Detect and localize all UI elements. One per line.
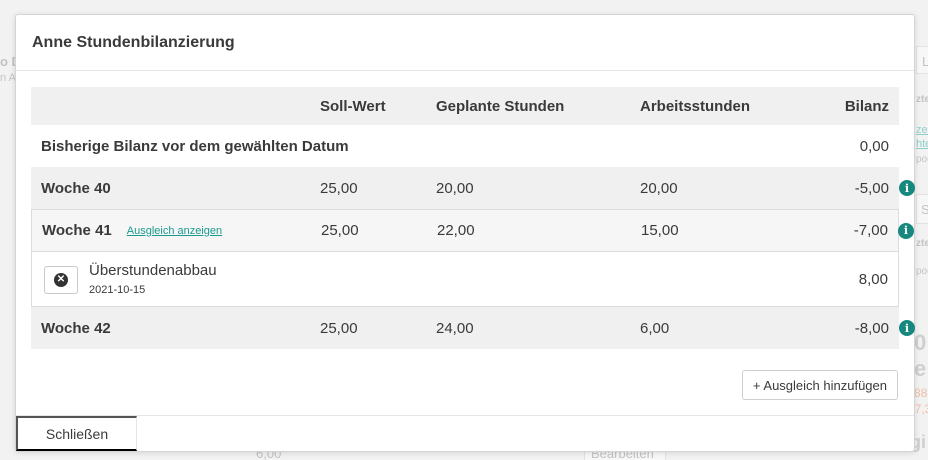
bg-fragment: htel [916,138,928,150]
week-label: Woche 42 [41,319,111,337]
week-label: Woche 41 [42,222,112,239]
week-planned: 24,00 [436,319,474,337]
week-planned: 22,00 [437,222,475,239]
previous-balance-label: Bisherige Bilanz vor dem gewählten Datum [41,137,349,155]
week-row-expanded: Woche 41 Ausgleich anzeigen 25,00 22,00 … [31,209,914,251]
column-header-soll: Soll-Wert [320,97,386,115]
previous-balance-row: Bisherige Bilanz vor dem gewählten Datum… [31,125,899,167]
column-header-planned: Geplante Stunden [436,97,565,115]
week-balance: -7,00 [853,222,888,239]
info-icon[interactable]: i [899,180,915,196]
info-icon[interactable]: i [898,222,914,239]
bg-fragment: L [922,54,928,69]
week-balance: -8,00 [854,319,889,337]
bg-fragment: poo [916,266,928,277]
close-circle-icon: ✕ [54,273,68,287]
week-row: Woche 42 25,00 24,00 6,00 -8,00 i [31,307,915,349]
bg-fragment: poo [916,154,928,165]
table-header-row: Soll-Wert Geplante Stunden Arbeitsstunde… [31,87,899,125]
adjustment-value: 8,00 [858,270,888,288]
week-worked: 15,00 [641,222,679,239]
week-soll: 25,00 [321,222,359,239]
bg-fragment: n A [0,72,16,84]
bg-fragment: zte [916,94,928,105]
week-soll: 25,00 [320,179,358,197]
bg-fragment: e [914,356,927,381]
week-row: Woche 40 25,00 20,00 20,00 -5,00 i [31,167,915,209]
bg-fragment: 0 [914,330,927,355]
bg-fragment: S [921,202,928,217]
week-worked: 20,00 [640,179,678,197]
add-adjustment-button[interactable]: + Ausgleich hinzufügen [741,370,898,400]
week-label-group: Woche 41 Ausgleich anzeigen [42,210,222,251]
week-soll: 25,00 [320,319,358,337]
adjustment-date: 2021-10-15 [89,284,146,296]
delete-adjustment-button[interactable]: ✕ [44,266,78,294]
week-label: Woche 40 [41,179,111,197]
previous-balance-value: 0,00 [859,137,889,155]
bg-fragment: zel [916,124,928,136]
show-adjustment-link[interactable]: Ausgleich anzeigen [127,225,222,237]
bg-fragment: 88 [914,386,928,400]
week-worked: 6,00 [640,319,670,337]
bg-fragment: zte [916,238,928,249]
week-balance: -5,00 [854,179,889,197]
modal-title: Anne Stundenbilanzierung [32,33,235,51]
close-button[interactable]: Schließen [16,416,137,451]
adjustment-row: ✕ Überstundenabbau 2021-10-15 8,00 [31,251,899,307]
info-icon[interactable]: i [899,320,915,336]
column-header-worked: Arbeitsstunden [640,97,751,115]
modal-footer: Schließen [16,415,914,451]
modal-header: Anne Stundenbilanzierung [16,15,914,71]
adjustment-title: Überstundenabbau [89,262,217,279]
column-header-balance: Bilanz [844,97,889,115]
hour-balance-modal: Anne Stundenbilanzierung Soll-Wert Gepla… [15,14,915,452]
week-planned: 20,00 [436,179,474,197]
balance-table: Soll-Wert Geplante Stunden Arbeitsstunde… [31,87,915,349]
